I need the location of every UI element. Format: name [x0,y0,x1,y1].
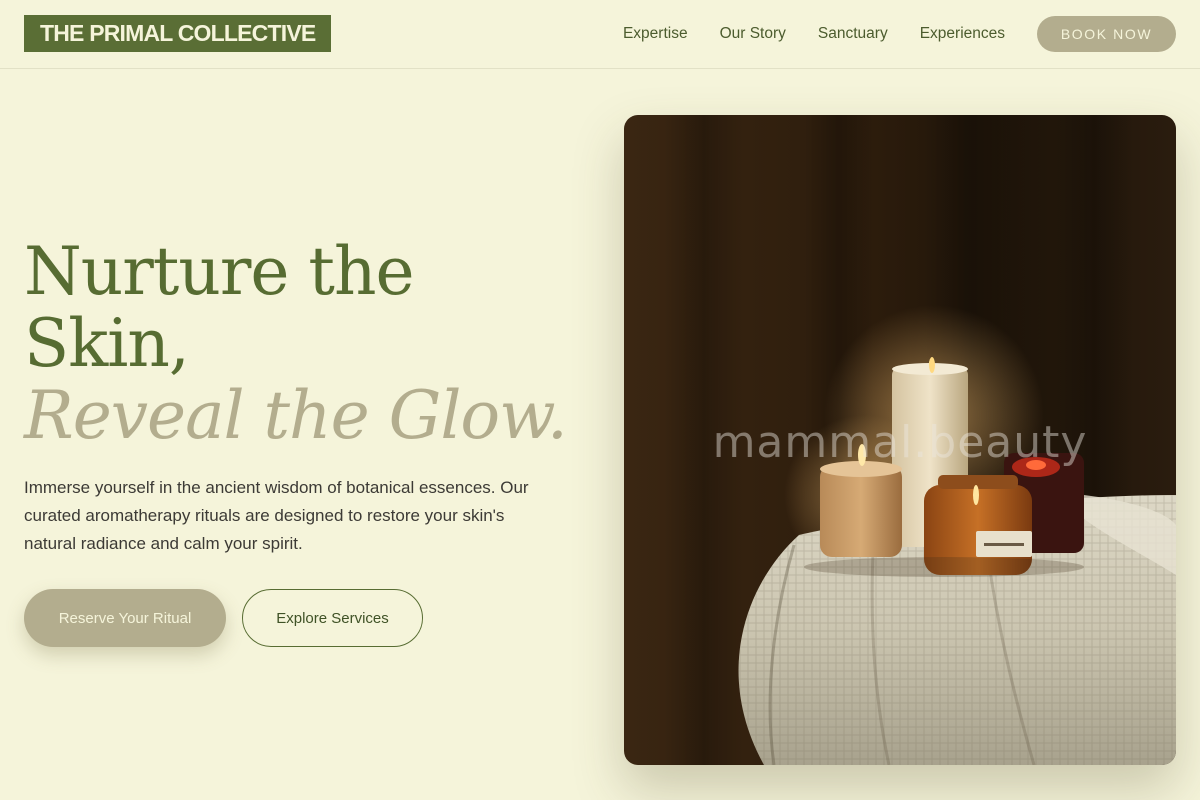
hero-image: mammal.beauty [624,115,1176,765]
hero-description: Immerse yourself in the ancient wisdom o… [24,478,529,553]
hero-title: Nurture the Skin, Reveal the Glow. [24,236,584,452]
nav-link-experiences[interactable]: Experiences [920,25,1005,43]
reserve-ritual-button[interactable]: Reserve Your Ritual [24,589,226,647]
hero-title-line-2: Skin, [24,305,190,382]
candles-illustration [624,115,1176,765]
hero-title-accent: Reveal the Glow. [24,377,568,454]
nav-link-expertise[interactable]: Expertise [623,25,688,43]
nav-link-our-story[interactable]: Our Story [720,25,786,43]
main-nav: Expertise Our Story Sanctuary Experience… [623,16,1176,52]
brand-logo[interactable]: THE PRIMAL COLLECTIVE [24,15,332,52]
site-header: THE PRIMAL COLLECTIVE Expertise Our Stor… [0,0,1200,69]
nav-link-sanctuary[interactable]: Sanctuary [818,25,888,43]
explore-services-button[interactable]: Explore Services [242,589,423,647]
hero-title-line-1: Nurture the [24,233,415,310]
book-now-button[interactable]: BOOK NOW [1037,16,1176,52]
